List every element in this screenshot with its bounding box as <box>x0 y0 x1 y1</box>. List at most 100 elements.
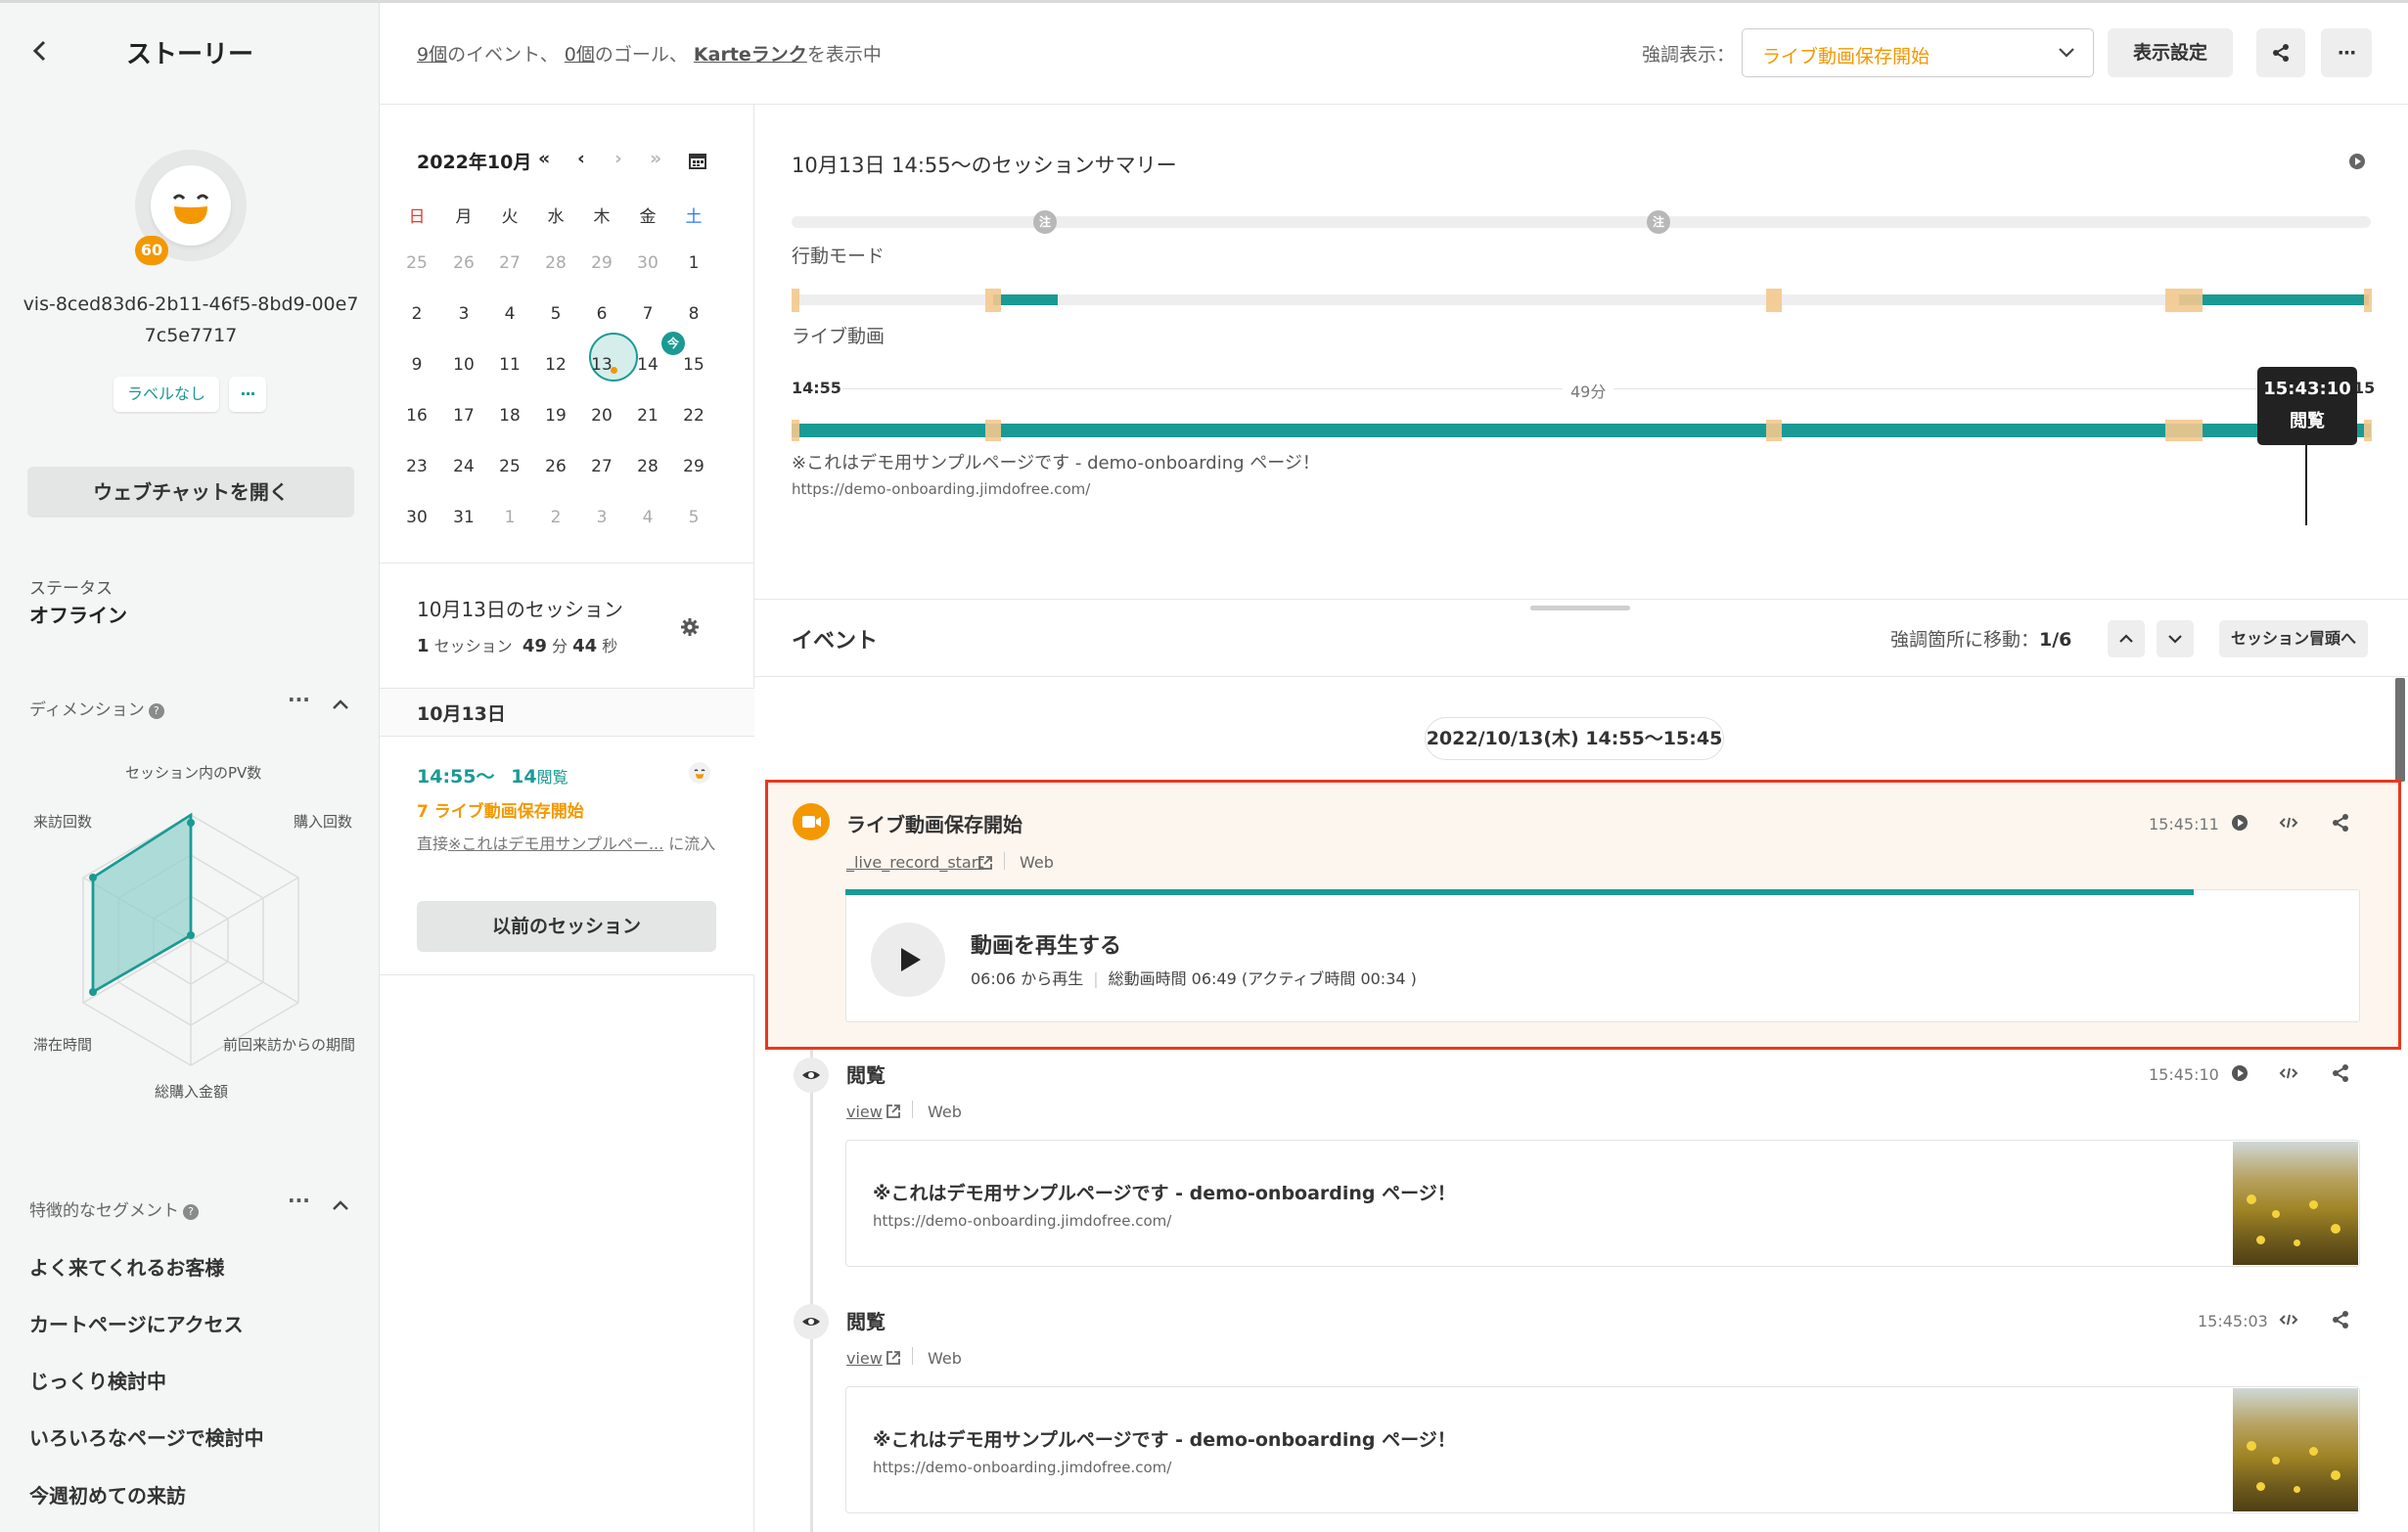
goals-count-link[interactable]: 0個 <box>565 44 595 66</box>
next-month-icon[interactable]: › <box>614 148 622 169</box>
help-icon[interactable]: ? <box>183 1204 199 1220</box>
calendar-day[interactable]: 2 <box>536 508 575 527</box>
segment-item[interactable]: カートページにアクセス <box>29 1309 244 1337</box>
more-menu-button[interactable]: ··· <box>2321 28 2372 77</box>
calendar-day[interactable]: 31 <box>444 508 483 527</box>
calendar-day[interactable]: 5 <box>536 304 575 324</box>
calendar-day[interactable]: 8 <box>674 304 713 324</box>
calendar-day[interactable]: 1 <box>490 508 529 527</box>
session-start-button[interactable]: セッション冒頭へ <box>2219 620 2368 657</box>
calendar-day[interactable]: 29 <box>582 253 621 273</box>
prev-month-icon[interactable]: ‹ <box>577 148 585 169</box>
calendar-day[interactable]: 15 <box>674 355 713 375</box>
more-button[interactable]: ··· <box>229 377 266 412</box>
calendar-day[interactable]: 30 <box>397 508 436 527</box>
calendar-day[interactable]: 12 <box>536 355 575 375</box>
play-circle-icon[interactable] <box>2226 809 2253 836</box>
display-settings-button[interactable]: 表示設定 <box>2108 28 2233 77</box>
flow-page-link[interactable]: ※これはデモ用サンプルペー... <box>448 834 663 853</box>
highlight-select[interactable]: ライブ動画保存開始 <box>1742 28 2094 77</box>
calendar-day[interactable]: 4 <box>490 304 529 324</box>
share-button[interactable] <box>2256 28 2305 77</box>
calendar-day[interactable]: 26 <box>444 253 483 273</box>
calendar-day[interactable]: 6 <box>582 304 621 324</box>
calendar-day[interactable]: 27 <box>490 253 529 273</box>
note-badge[interactable]: 注 <box>1033 210 1057 234</box>
calendar-day[interactable]: 10 <box>444 355 483 375</box>
next-year-icon[interactable]: » <box>650 148 661 169</box>
calendar-day[interactable]: 28 <box>628 457 667 476</box>
code-icon[interactable] <box>2275 809 2302 836</box>
calendar-day[interactable]: 29 <box>674 457 713 476</box>
calendar-day[interactable]: 28 <box>536 253 575 273</box>
calendar-day[interactable]: 22 <box>674 406 713 426</box>
karte-rank-link[interactable]: Karteランク <box>694 44 807 66</box>
calendar-day[interactable]: 7 <box>628 304 667 324</box>
gear-icon[interactable] <box>680 617 700 637</box>
segment-item[interactable]: じっくり検討中 <box>29 1366 166 1394</box>
event-name-link[interactable]: view <box>846 1103 883 1121</box>
calendar-day[interactable]: 4 <box>628 508 667 527</box>
calendar-day[interactable]: 17 <box>444 406 483 426</box>
play-circle-icon[interactable] <box>2226 1059 2253 1087</box>
calendar-icon[interactable] <box>689 152 706 169</box>
external-link-icon[interactable] <box>977 854 994 872</box>
calendar-day[interactable]: 21 <box>628 406 667 426</box>
live-video-segment[interactable] <box>993 294 1058 305</box>
calendar-day[interactable]: 2 <box>397 304 436 324</box>
label-button[interactable]: ラベルなし <box>114 377 219 412</box>
calendar-day[interactable]: 14 <box>628 355 667 375</box>
calendar-day[interactable]: 25 <box>397 253 436 273</box>
live-video-segment[interactable] <box>2179 294 2369 305</box>
calendar-day[interactable]: 24 <box>444 457 483 476</box>
external-link-icon[interactable] <box>885 1103 902 1120</box>
calendar-day[interactable]: 1 <box>674 253 713 273</box>
prev-highlight-button[interactable] <box>2108 620 2145 657</box>
calendar-day[interactable]: 3 <box>582 508 621 527</box>
external-link-icon[interactable] <box>885 1349 902 1367</box>
calendar-day[interactable]: 25 <box>490 457 529 476</box>
calendar-day[interactable]: 9 <box>397 355 436 375</box>
note-badge[interactable]: 注 <box>1647 210 1670 234</box>
code-icon[interactable] <box>2275 1059 2302 1087</box>
chevron-up-icon[interactable] <box>331 698 350 711</box>
segment-item[interactable]: いろいろなページで検討中 <box>29 1422 264 1451</box>
segment-item[interactable]: 今週初めての来訪 <box>29 1480 186 1509</box>
code-icon[interactable] <box>2275 1306 2302 1333</box>
calendar-day[interactable]: 18 <box>490 406 529 426</box>
calendar-day[interactable]: 30 <box>628 253 667 273</box>
help-icon[interactable]: ? <box>148 703 164 719</box>
calendar-day[interactable]: 5 <box>674 508 713 527</box>
calendar-day[interactable]: 26 <box>536 457 575 476</box>
avatar[interactable] <box>151 165 231 246</box>
share-icon[interactable] <box>2327 809 2354 836</box>
calendar-day[interactable]: 23 <box>397 457 436 476</box>
calendar-day[interactable]: 16 <box>397 406 436 426</box>
events-count-link[interactable]: 9個 <box>417 44 447 66</box>
calendar-day[interactable]: 27 <box>582 457 621 476</box>
resize-handle[interactable] <box>1530 606 1630 610</box>
share-icon[interactable] <box>2327 1059 2354 1087</box>
calendar-day[interactable]: 20 <box>582 406 621 426</box>
chevron-up-icon[interactable] <box>331 1198 350 1212</box>
segment-more-icon[interactable]: ··· <box>288 1189 310 1212</box>
segment-item[interactable]: よく来てくれるお客様 <box>29 1252 224 1281</box>
previous-sessions-button[interactable]: 以前のセッション <box>417 901 716 952</box>
calendar-day[interactable]: 3 <box>444 304 483 324</box>
next-highlight-button[interactable] <box>2157 620 2194 657</box>
calendar-day[interactable]: 11 <box>490 355 529 375</box>
summary-page-url[interactable]: https://demo-onboarding.jimdofree.com/ <box>792 480 1090 498</box>
prev-year-icon[interactable]: « <box>538 148 550 169</box>
page-view-bar[interactable] <box>792 424 2371 437</box>
dimension-more-icon[interactable]: ··· <box>288 688 310 711</box>
video-play-button[interactable] <box>871 923 945 997</box>
webchat-button[interactable]: ウェブチャットを開く <box>27 467 354 518</box>
scrollbar-thumb[interactable] <box>2395 678 2405 782</box>
calendar-day[interactable]: 19 <box>536 406 575 426</box>
event-name-link[interactable]: view <box>846 1349 883 1368</box>
timeline-cursor[interactable] <box>2305 433 2307 525</box>
event-name-link[interactable]: _live_record_start <box>846 853 984 872</box>
summary-page-title[interactable]: ※これはデモ用サンプルページです - demo-onboarding ページ！ <box>792 449 1320 474</box>
play-circle-icon[interactable] <box>2347 152 2367 171</box>
share-icon[interactable] <box>2327 1306 2354 1333</box>
